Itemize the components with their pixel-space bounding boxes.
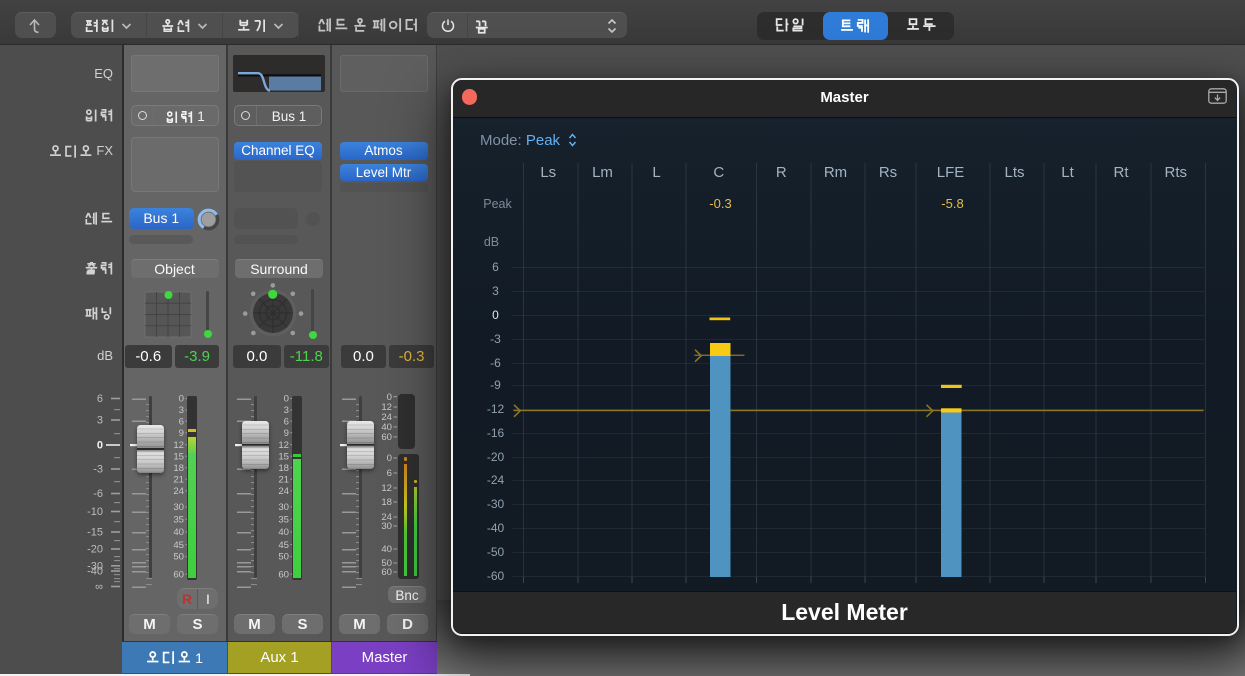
svg-text:18: 18 <box>381 497 392 508</box>
svg-text:-24: -24 <box>487 473 505 487</box>
svg-text:15: 15 <box>173 451 184 462</box>
svg-text:0: 0 <box>97 440 103 452</box>
svg-text:R: R <box>776 164 787 181</box>
svg-text:60: 60 <box>381 432 392 443</box>
svg-text:9: 9 <box>178 428 183 439</box>
svg-text:-9: -9 <box>490 378 501 392</box>
svg-text:Lts: Lts <box>1004 164 1024 181</box>
svg-text:-3: -3 <box>490 332 501 346</box>
svg-text:30: 30 <box>381 521 392 532</box>
svg-text:L: L <box>652 164 660 181</box>
svg-text:6: 6 <box>178 416 183 427</box>
svg-text:3: 3 <box>492 284 499 298</box>
svg-text:24: 24 <box>278 486 289 497</box>
svg-text:-40: -40 <box>487 521 505 535</box>
svg-text:50: 50 <box>173 552 184 563</box>
svg-text:21: 21 <box>173 474 184 485</box>
svg-text:50: 50 <box>278 552 289 563</box>
svg-text:-12: -12 <box>487 402 505 416</box>
svg-text:-50: -50 <box>487 545 505 559</box>
svg-text:60: 60 <box>278 569 289 580</box>
svg-text:12: 12 <box>173 440 184 451</box>
svg-text:9: 9 <box>283 428 288 439</box>
svg-text:Rs: Rs <box>879 164 897 181</box>
svg-text:Lt: Lt <box>1061 164 1074 181</box>
svg-text:-3: -3 <box>93 464 103 476</box>
svg-text:-16: -16 <box>487 426 505 440</box>
svg-text:-20: -20 <box>87 544 103 556</box>
svg-text:6: 6 <box>97 393 103 405</box>
svg-text:-40: -40 <box>87 566 103 578</box>
svg-text:0: 0 <box>387 453 392 464</box>
svg-text:40: 40 <box>173 527 184 538</box>
svg-text:3: 3 <box>178 405 183 416</box>
svg-text:-0.3: -0.3 <box>709 196 731 211</box>
svg-text:Ls: Ls <box>540 164 556 181</box>
svg-text:3: 3 <box>97 415 103 427</box>
svg-text:Rm: Rm <box>824 164 847 181</box>
svg-text:0: 0 <box>387 392 392 403</box>
svg-text:0: 0 <box>492 308 499 322</box>
svg-text:-10: -10 <box>87 506 103 518</box>
svg-text:-6: -6 <box>93 488 103 500</box>
svg-text:0: 0 <box>283 394 288 405</box>
svg-text:-15: -15 <box>87 527 103 539</box>
svg-text:-6: -6 <box>490 356 501 370</box>
svg-text:21: 21 <box>278 474 289 485</box>
svg-text:60: 60 <box>381 567 392 578</box>
svg-text:Rt: Rt <box>1114 164 1130 181</box>
svg-text:∞: ∞ <box>95 581 103 593</box>
svg-text:-5.8: -5.8 <box>941 196 963 211</box>
svg-text:-30: -30 <box>487 497 505 511</box>
svg-text:15: 15 <box>278 451 289 462</box>
svg-text:12: 12 <box>278 440 289 451</box>
svg-text:18: 18 <box>173 463 184 474</box>
svg-text:6: 6 <box>492 260 499 274</box>
svg-text:-60: -60 <box>487 569 505 583</box>
svg-text:6: 6 <box>283 416 288 427</box>
svg-text:45: 45 <box>173 540 184 551</box>
svg-text:24: 24 <box>173 486 184 497</box>
svg-text:LFE: LFE <box>937 164 965 181</box>
svg-text:dB: dB <box>484 235 499 249</box>
svg-text:18: 18 <box>278 463 289 474</box>
svg-text:0: 0 <box>178 394 183 405</box>
svg-text:40: 40 <box>381 544 392 555</box>
svg-text:40: 40 <box>278 527 289 538</box>
svg-text:45: 45 <box>278 540 289 551</box>
svg-text:30: 30 <box>173 502 184 513</box>
svg-text:6: 6 <box>387 468 392 479</box>
svg-text:35: 35 <box>173 514 184 525</box>
svg-text:Peak: Peak <box>483 197 512 211</box>
svg-text:30: 30 <box>278 502 289 513</box>
svg-text:C: C <box>713 164 724 181</box>
svg-text:Rts: Rts <box>1165 164 1188 181</box>
svg-text:60: 60 <box>173 569 184 580</box>
svg-text:12: 12 <box>381 483 392 494</box>
svg-text:-20: -20 <box>487 450 505 464</box>
svg-text:35: 35 <box>278 514 289 525</box>
svg-text:3: 3 <box>283 405 288 416</box>
svg-text:Lm: Lm <box>592 164 613 181</box>
